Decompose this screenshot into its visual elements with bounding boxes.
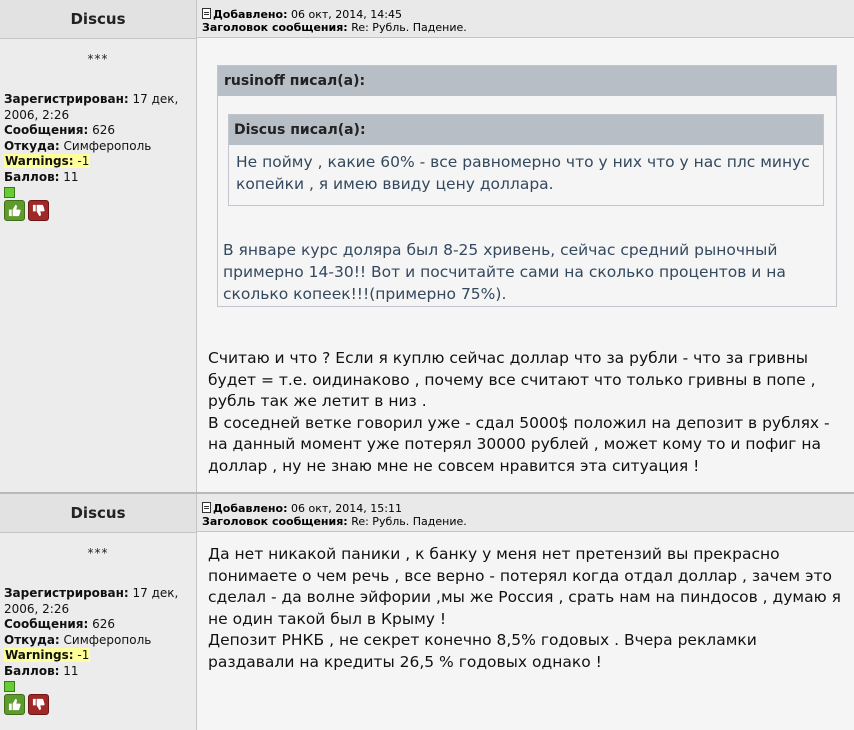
quote-block: rusinoff писал(а): Discus писал(а): Не п… — [217, 65, 837, 307]
from-value: Симферополь — [63, 632, 152, 647]
warnings-value: -1 — [77, 154, 90, 168]
author-name[interactable]: Discus — [70, 504, 125, 522]
author-header: Discus — [0, 0, 196, 39]
vote-buttons — [4, 694, 196, 715]
quote-author: rusinoff писал(а): — [218, 66, 836, 96]
points-label: Баллов: — [4, 169, 60, 184]
registered-label: Зарегистрирован: — [4, 92, 129, 106]
message-paragraph: В соседней ветке говорил уже - сдал 5000… — [208, 413, 830, 475]
forum-post: Discus *** Зарегистрирован: 17 дек, 2006… — [0, 494, 854, 730]
warnings-badge[interactable]: Warnings: -1 — [4, 154, 91, 168]
subject-label: Заголовок сообщения: — [202, 21, 348, 34]
post-document-icon[interactable] — [202, 502, 211, 513]
registered-label: Зарегистрирован: — [4, 586, 129, 600]
nested-quote-block: Discus писал(а): Не пойму , какие 60% - … — [228, 114, 824, 206]
post-message: Да нет никакой паники , к банку у меня н… — [208, 544, 848, 673]
online-status-icon — [4, 681, 15, 692]
vote-up-button[interactable] — [4, 694, 25, 715]
thumb-up-icon — [8, 698, 21, 711]
author-rank: *** — [87, 52, 109, 66]
thumb-down-icon — [32, 698, 45, 711]
messages-label: Сообщения: — [4, 617, 89, 631]
messages-label: Сообщения: — [4, 123, 89, 137]
author-info: Зарегистрирован: 17 дек, 2006, 2:26 Сооб… — [4, 92, 192, 185]
message-paragraph: Да нет никакой паники , к банку у меня н… — [208, 545, 841, 628]
vote-down-button[interactable] — [28, 200, 49, 221]
vote-down-button[interactable] — [28, 694, 49, 715]
vote-buttons — [4, 200, 196, 221]
online-status-icon — [4, 187, 15, 198]
nested-quote-text: Не пойму , какие 60% - все равномерно чт… — [236, 153, 810, 193]
messages-value: 626 — [92, 617, 116, 631]
forum-post: Discus *** Зарегистрирован: 17 дек, 2006… — [0, 0, 854, 492]
quote-text: В январе курс доляра был 8-25 хривень, с… — [223, 241, 786, 303]
warnings-value: -1 — [77, 648, 90, 662]
warnings-label: Warnings: — [5, 648, 74, 662]
from-label: Откуда: — [4, 138, 60, 153]
post-header: Добавлено: 06 окт, 2014, 14:45 Заголовок… — [197, 0, 854, 38]
added-value: 06 окт, 2014, 14:45 — [291, 8, 402, 21]
post-header: Добавлено: 06 окт, 2014, 15:11 Заголовок… — [197, 494, 854, 532]
warnings-label: Warnings: — [5, 154, 74, 168]
warnings-badge[interactable]: Warnings: -1 — [4, 648, 91, 662]
author-header: Discus — [0, 494, 196, 533]
points-value: 11 — [63, 169, 79, 184]
author-rank: *** — [87, 546, 109, 560]
added-label: Добавлено: — [213, 502, 288, 515]
added-value: 06 окт, 2014, 15:11 — [291, 502, 402, 515]
messages-value: 626 — [92, 123, 116, 137]
points-label: Баллов: — [4, 663, 60, 678]
forum-thread: Discus *** Зарегистрирован: 17 дек, 2006… — [0, 0, 854, 730]
vote-up-button[interactable] — [4, 200, 25, 221]
author-panel: Discus *** Зарегистрирован: 17 дек, 2006… — [0, 494, 197, 730]
nested-quote-author: Discus писал(а): — [229, 115, 823, 145]
subject-label: Заголовок сообщения: — [202, 515, 348, 528]
subject-value: Re: Рубль. Падение. — [351, 515, 467, 528]
author-info: Зарегистрирован: 17 дек, 2006, 2:26 Сооб… — [4, 586, 192, 679]
post-body: Добавлено: 06 окт, 2014, 14:45 Заголовок… — [197, 0, 854, 492]
message-paragraph: Депозит РНКБ , не секрет конечно 8,5% го… — [208, 631, 757, 671]
from-value: Симферополь — [63, 138, 152, 153]
subject-value: Re: Рубль. Падение. — [351, 21, 467, 34]
message-paragraph: Считаю и что ? Если я куплю сейчас долла… — [208, 349, 816, 410]
thumb-up-icon — [8, 204, 21, 217]
author-panel: Discus *** Зарегистрирован: 17 дек, 2006… — [0, 0, 197, 492]
points-value: 11 — [63, 663, 79, 678]
from-label: Откуда: — [4, 632, 60, 647]
post-message: Считаю и что ? Если я куплю сейчас долла… — [208, 348, 848, 477]
author-name[interactable]: Discus — [70, 10, 125, 28]
added-label: Добавлено: — [213, 8, 288, 21]
post-body: Добавлено: 06 окт, 2014, 15:11 Заголовок… — [197, 494, 854, 730]
thumb-down-icon — [32, 204, 45, 217]
post-document-icon[interactable] — [202, 8, 211, 19]
